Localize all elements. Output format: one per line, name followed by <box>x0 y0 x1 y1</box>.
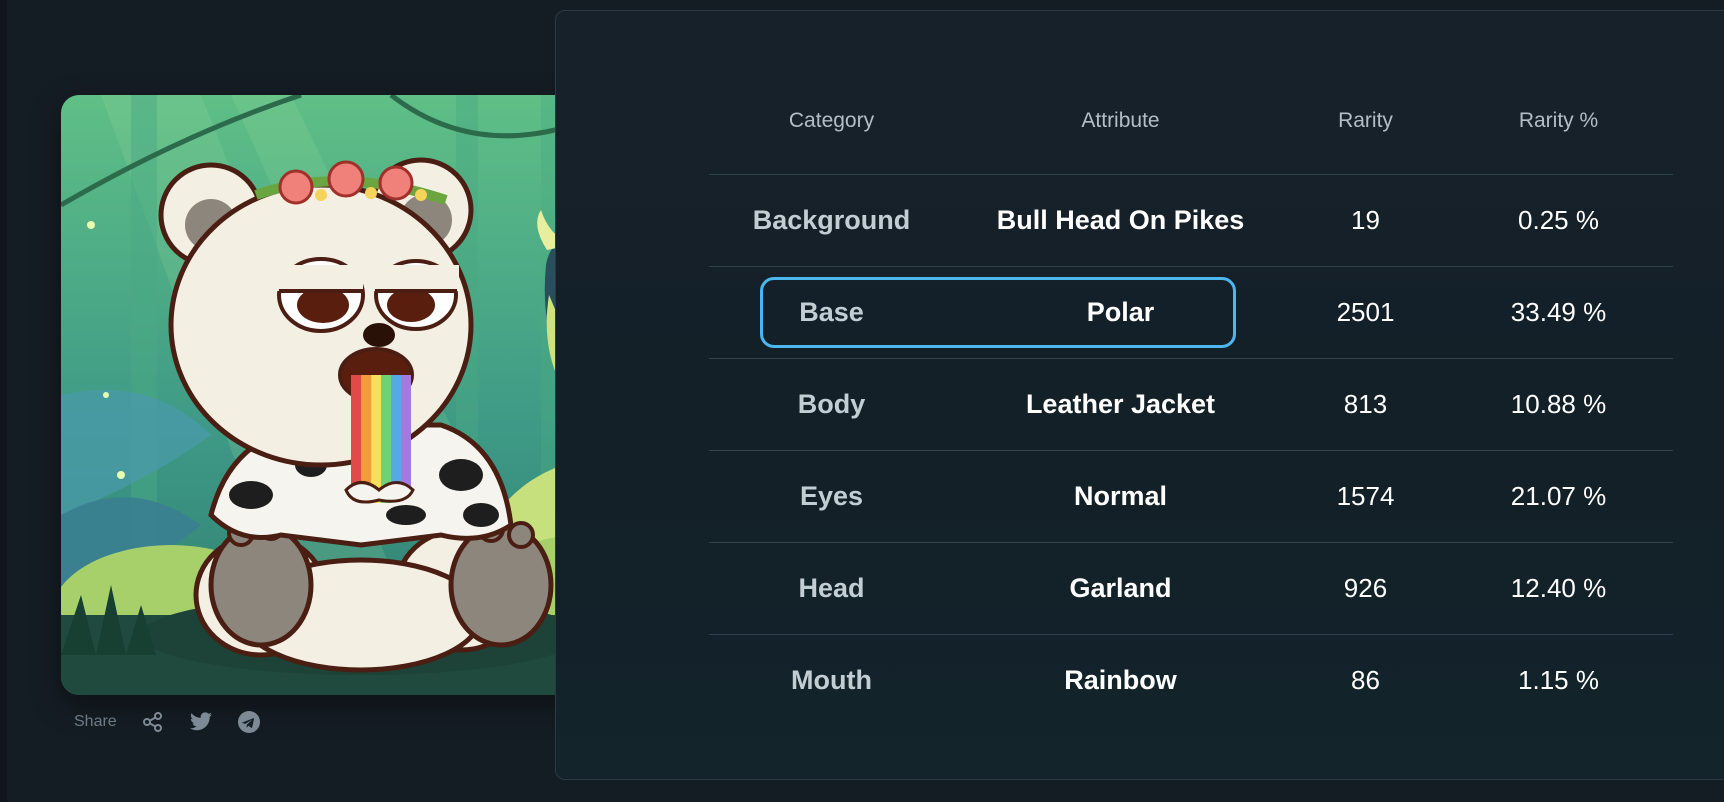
rarity-percent-cell: 10.88 % <box>1510 389 1607 419</box>
rarity-percent-cell: 1.15 % <box>1518 665 1599 695</box>
telegram-icon[interactable] <box>237 710 261 734</box>
attribute-cell: Normal <box>1073 481 1168 511</box>
share-label: Share <box>74 713 117 730</box>
column-header-category[interactable]: Category <box>709 109 954 133</box>
table-row-highlighted[interactable]: Base Polar 2501 33.49 % <box>709 267 1673 359</box>
rarity-cell: 2501 <box>1336 297 1395 327</box>
table-row[interactable]: Body Leather Jacket 813 10.88 % <box>709 359 1673 451</box>
category-cell: Base <box>799 297 864 327</box>
rarity-cell: 926 <box>1343 573 1388 603</box>
share-row: Share <box>74 708 261 736</box>
table-row[interactable]: Mouth Rainbow 86 1.15 % <box>709 635 1673 726</box>
rarity-cell: 813 <box>1343 389 1388 419</box>
category-cell: Background <box>752 205 911 235</box>
twitter-icon[interactable] <box>189 710 213 734</box>
rarity-cell: 19 <box>1351 205 1380 235</box>
traits-table: Category Attribute Rarity Rarity % Backg… <box>709 68 1673 726</box>
category-cell: Eyes <box>799 481 864 511</box>
rarity-percent-cell: 33.49 % <box>1510 297 1607 327</box>
attribute-cell: Garland <box>1069 573 1172 603</box>
attribute-cell: Leather Jacket <box>1025 389 1216 419</box>
table-row[interactable]: Background Bull Head On Pikes 19 0.25 % <box>709 175 1673 267</box>
rarity-percent-cell: 0.25 % <box>1518 205 1599 235</box>
attribute-cell: Polar <box>1086 297 1155 327</box>
attribute-cell: Rainbow <box>1064 665 1177 695</box>
category-cell: Body <box>797 389 866 419</box>
rarity-cell: 1574 <box>1336 481 1395 511</box>
column-header-attribute[interactable]: Attribute <box>954 109 1287 133</box>
rarity-percent-cell: 21.07 % <box>1510 481 1607 511</box>
attribute-cell: Bull Head On Pikes <box>996 205 1245 235</box>
left-edge-shade <box>0 0 7 802</box>
category-cell: Mouth <box>791 665 872 695</box>
rarity-percent-cell: 12.40 % <box>1510 573 1607 603</box>
column-header-rarity[interactable]: Rarity <box>1287 109 1444 133</box>
table-row[interactable]: Eyes Normal 1574 21.07 % <box>709 451 1673 543</box>
column-header-rarity-percent[interactable]: Rarity % <box>1444 109 1673 133</box>
table-header: Category Attribute Rarity Rarity % <box>709 68 1673 175</box>
table-row[interactable]: Head Garland 926 12.40 % <box>709 543 1673 635</box>
share-icon[interactable] <box>141 710 165 734</box>
rarity-cell: 86 <box>1351 665 1380 695</box>
category-cell: Head <box>798 573 865 603</box>
